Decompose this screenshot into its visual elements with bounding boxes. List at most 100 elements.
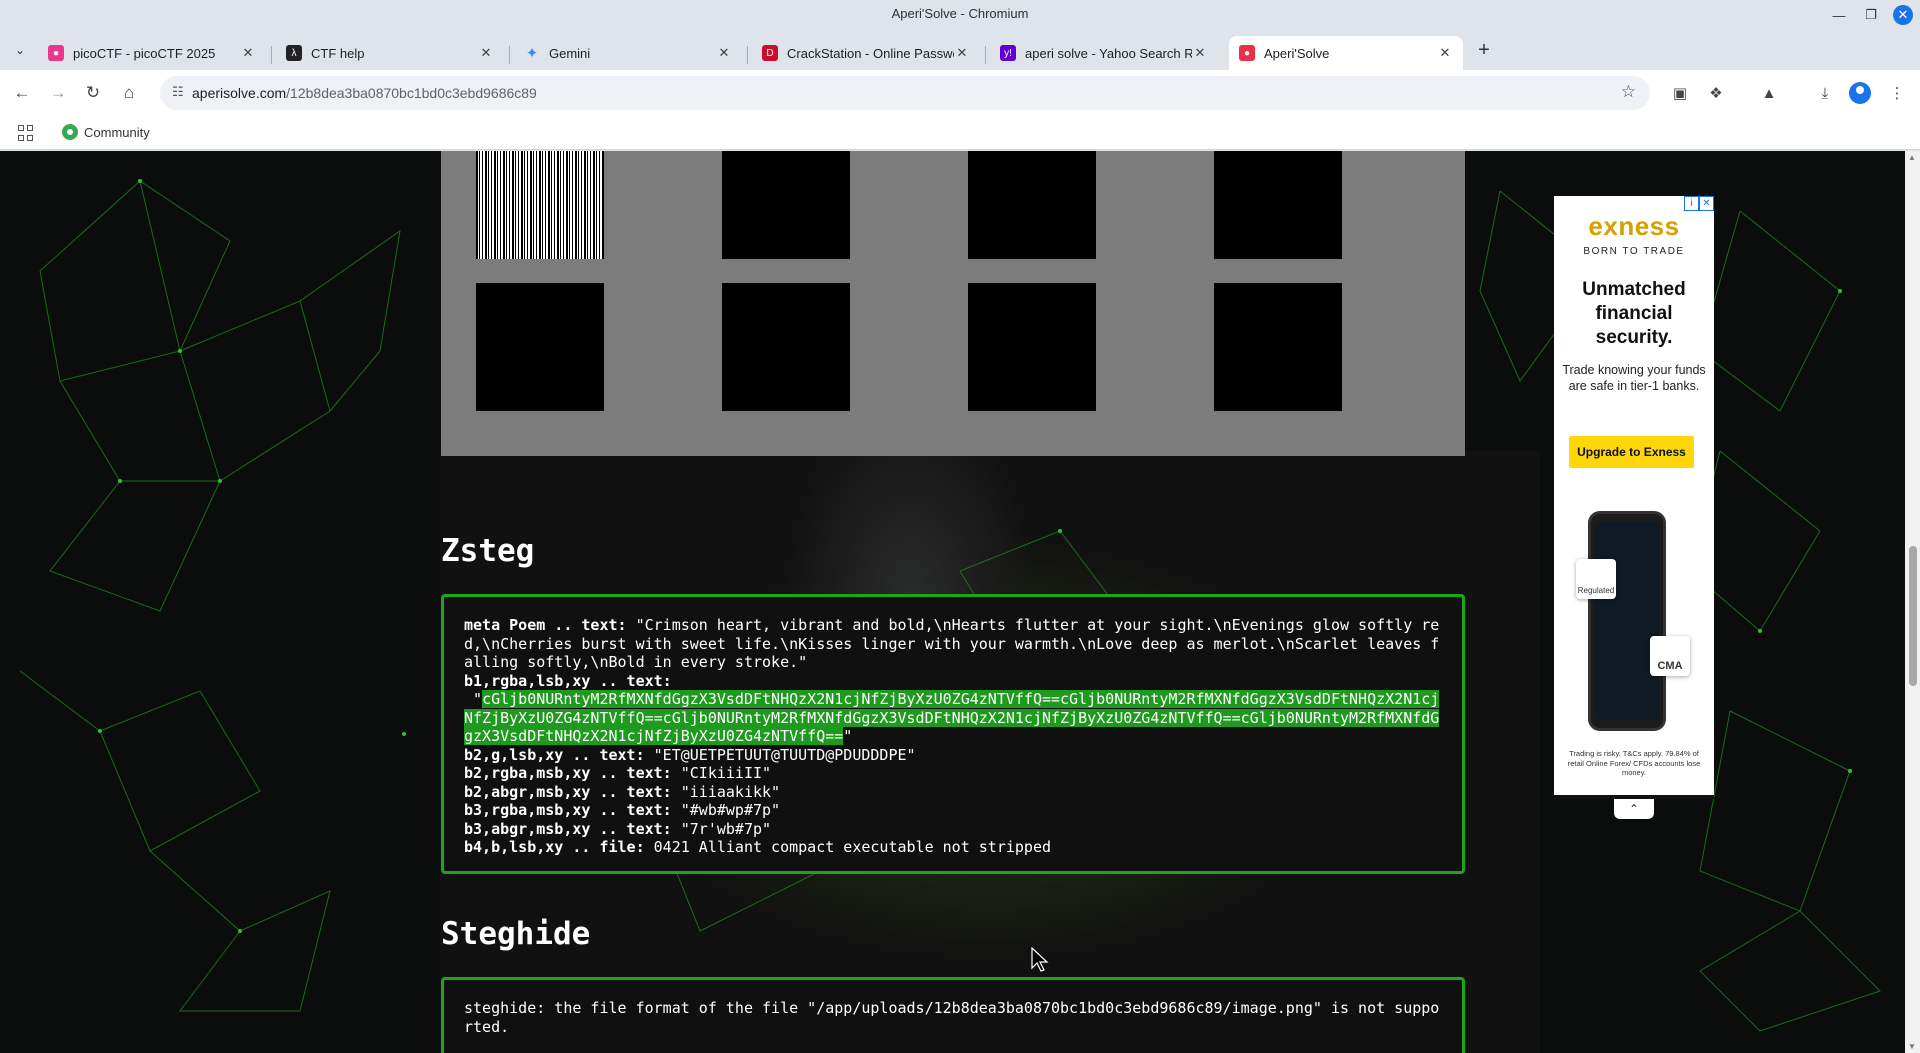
tab-label: picoCTF - picoCTF 2025: [73, 45, 216, 61]
ad-collapse-chevron-up-icon[interactable]: ⌃: [1614, 799, 1654, 819]
cast-icon[interactable]: ▣: [1668, 81, 1692, 105]
close-window-icon[interactable]: ✕: [1893, 5, 1913, 25]
address-bar[interactable]: ☷ aperisolve.com/12b8dea3ba0870bc1bd0c3e…: [160, 76, 1650, 110]
exness-ad[interactable]: i ✕ exness BORN TO TRADE Unmatched finan…: [1554, 196, 1714, 799]
scroll-down-arrow-icon[interactable]: ▼: [1908, 1042, 1916, 1051]
download-icon[interactable]: ⤓: [1813, 81, 1837, 105]
gallery-thumbnail[interactable]: [968, 283, 1096, 411]
gallery-thumbnail[interactable]: [476, 283, 604, 411]
close-tab-icon[interactable]: ✕: [1192, 45, 1208, 61]
zsteg-output: meta Poem .. text: "Crimson heart, vibra…: [441, 594, 1465, 874]
forward-arrow-icon[interactable]: →: [46, 81, 70, 105]
gallery-thumbnail[interactable]: [968, 151, 1096, 259]
gallery-thumbnail[interactable]: [722, 283, 850, 411]
zsteg-key: b2,g,lsb,xy .. text:: [464, 745, 645, 764]
ad-choices[interactable]: i ✕: [1684, 196, 1714, 211]
zsteg-key: b2,abgr,msb,xy .. text:: [464, 782, 672, 801]
zsteg-selected-text[interactable]: cGljb0NURntyM2RfMXNfdGgzX3VsdDFtNHQzX2N1…: [464, 690, 1440, 745]
page-scrollbar[interactable]: ▲ ▼: [1905, 151, 1920, 1053]
tab-picoctf[interactable]: ● picoCTF - picoCTF 2025 ✕: [38, 36, 266, 70]
url-text[interactable]: aperisolve.com/12b8dea3ba0870bc1bd0c3ebd…: [192, 85, 537, 101]
browser-toolbar: ← → ↻ ⌂ ☷ aperisolve.com/12b8dea3ba0870b…: [0, 70, 1920, 116]
back-arrow-icon[interactable]: ←: [10, 81, 34, 105]
yahoo-favicon-icon: y!: [1000, 45, 1016, 61]
page-viewport: Zsteg meta Poem .. text: "Crimson heart,…: [0, 151, 1920, 1053]
restore-icon[interactable]: ❐: [1859, 4, 1883, 26]
labs-flask-icon[interactable]: ▲: [1757, 81, 1781, 105]
window-title: Aperi'Solve - Chromium: [891, 6, 1029, 21]
mouse-pointer-icon: [1031, 947, 1049, 972]
ad-disclaimer: Trading is risky. T&Cs apply. 79.84% of …: [1567, 749, 1701, 777]
zsteg-value: "ET@UETPETUUT@TUUTD@PDUDDDPE": [644, 745, 916, 764]
zsteg-key: b1,rgba,lsb,xy .. text:: [464, 671, 672, 690]
gallery-thumbnail[interactable]: [722, 151, 850, 259]
tab-label: Gemini: [549, 45, 591, 61]
gallery-thumbnail[interactable]: [476, 151, 604, 259]
tab-separator: [985, 46, 986, 64]
bookmark-star-icon[interactable]: ☆: [1621, 82, 1636, 102]
close-tab-icon[interactable]: ✕: [240, 45, 256, 61]
ctf-help-favicon-icon: λ: [286, 45, 302, 61]
ad-brand-logo: exness: [1588, 211, 1680, 241]
minimize-icon[interactable]: —: [1827, 4, 1851, 26]
ad-regulated-label: Regulated: [1577, 586, 1615, 595]
zsteg-key: meta Poem .. text:: [464, 616, 627, 634]
reload-icon[interactable]: ↻: [81, 81, 105, 105]
zsteg-value: 0421 Alliant compact executable not stri…: [644, 838, 1052, 856]
extensions-puzzle-icon[interactable]: ❖: [1704, 81, 1728, 105]
new-tab-plus-icon[interactable]: +: [1472, 38, 1496, 62]
bookmark-community[interactable]: Community: [62, 124, 150, 140]
close-tab-icon[interactable]: ✕: [478, 45, 494, 61]
tab-label: Aperi'Solve: [1264, 45, 1330, 61]
zsteg-key: b3,abgr,msb,xy .. text:: [464, 819, 672, 838]
ad-cta-button[interactable]: Upgrade to Exness: [1569, 436, 1694, 468]
gallery-thumbnail[interactable]: [1214, 283, 1342, 411]
close-tab-icon[interactable]: ✕: [1437, 45, 1453, 61]
zsteg-value: "#wb#wp#7p": [671, 801, 781, 819]
aperisolve-favicon-icon: ●: [1239, 45, 1255, 61]
window-titlebar: Aperi'Solve - Chromium — ❐ ✕: [0, 0, 1920, 30]
picoctf-favicon-icon: ●: [48, 45, 64, 61]
apps-grid-icon[interactable]: [18, 125, 34, 141]
scroll-up-arrow-icon[interactable]: ▲: [1908, 153, 1916, 162]
bookmarks-bar: Community: [0, 116, 1920, 150]
close-tab-icon[interactable]: ✕: [954, 45, 970, 61]
zsteg-heading: Zsteg: [441, 533, 535, 569]
community-favicon-icon: [62, 124, 78, 140]
tab-search-icon[interactable]: ⌄: [8, 38, 32, 62]
zsteg-value: ": [843, 727, 853, 745]
ad-cma-label: CMA: [1657, 660, 1683, 672]
ad-phone-image: [1588, 511, 1666, 731]
ad-tagline: BORN TO TRADE: [1583, 246, 1685, 257]
tab-aperisolve[interactable]: ● Aperi'Solve ✕: [1229, 36, 1463, 70]
home-icon[interactable]: ⌂: [117, 81, 141, 105]
scrollbar-thumb[interactable]: [1909, 546, 1917, 686]
tab-label: CTF help: [311, 45, 365, 61]
tab-separator: [509, 46, 510, 64]
zsteg-value: ": [464, 690, 483, 708]
tab-yahoo-search[interactable]: y! aperi solve - Yahoo Search Re ✕: [990, 36, 1218, 70]
profile-avatar[interactable]: [1849, 82, 1871, 104]
tab-crackstation[interactable]: D CrackStation - Online Passwo ✕: [752, 36, 980, 70]
steghide-text: steghide: the file format of the file "/…: [464, 999, 1440, 1036]
ad-cma-chip: CMA: [1650, 636, 1690, 676]
menu-kebab-icon[interactable]: ⋮: [1885, 81, 1909, 105]
gemini-sparkle-icon: ✦: [525, 45, 539, 62]
steghide-output: steghide: the file format of the file "/…: [441, 977, 1465, 1053]
site-info-icon[interactable]: ☷: [172, 84, 184, 100]
url-path: /12b8dea3ba0870bc1bd0c3ebd9686c89: [286, 85, 537, 101]
zsteg-key: b3,rgba,msb,xy .. text:: [464, 801, 672, 819]
ad-regulated-chip: Regulated: [1576, 559, 1616, 599]
image-gallery: [441, 151, 1465, 456]
tab-ctf-help[interactable]: λ CTF help ✕: [276, 36, 504, 70]
tab-separator: [271, 46, 272, 64]
tab-strip: ⌄ ● picoCTF - picoCTF 2025 ✕ λ CTF help …: [0, 30, 1920, 70]
ad-info-icon[interactable]: i: [1684, 196, 1699, 211]
tab-gemini[interactable]: ✦ Gemini ✕: [514, 36, 742, 70]
tab-label: CrackStation - Online Passwo: [787, 45, 954, 61]
gallery-thumbnail[interactable]: [1214, 151, 1342, 259]
ad-phone-screen: [1595, 522, 1659, 720]
close-tab-icon[interactable]: ✕: [716, 45, 732, 61]
crackstation-favicon-icon: D: [762, 45, 778, 61]
ad-close-icon[interactable]: ✕: [1699, 196, 1714, 211]
